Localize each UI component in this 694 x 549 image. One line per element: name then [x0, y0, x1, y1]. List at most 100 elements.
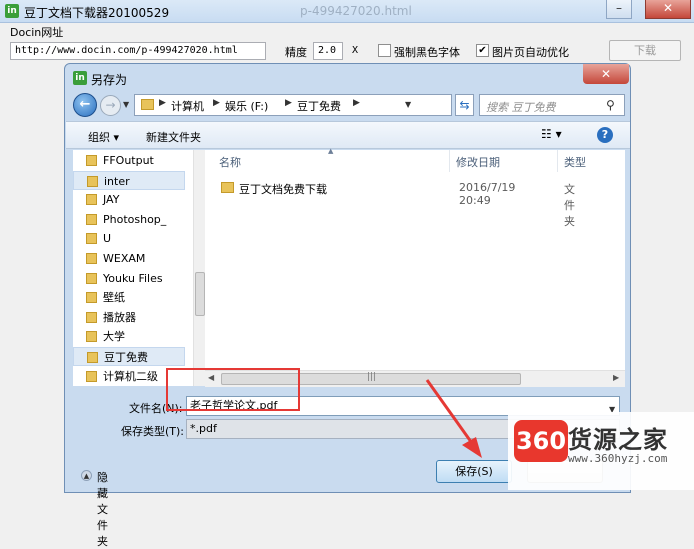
nav-item[interactable]: Youku Files: [73, 269, 185, 288]
folder-icon: [86, 194, 97, 206]
watermark-logo: 360: [514, 420, 568, 462]
nav-item-label: 计算机二级: [103, 369, 158, 383]
annotation-highlight-box: [166, 368, 300, 411]
watermark-url: www.360hyzj.com: [568, 452, 668, 465]
nav-item[interactable]: 豆丁免费: [73, 347, 185, 366]
column-header-name[interactable]: 名称: [219, 154, 241, 170]
folder-icon: [86, 331, 97, 343]
sort-ascending-icon: ▲: [328, 147, 334, 155]
nav-item-label: JAY: [103, 193, 120, 207]
view-options-icon[interactable]: ☷ ▾: [541, 127, 577, 141]
url-input[interactable]: http://www.docin.com/p-499427020.html: [10, 42, 266, 60]
save-type-label: 保存类型(T):: [121, 425, 185, 438]
help-icon[interactable]: ?: [597, 127, 613, 143]
breadcrumb-separator-icon[interactable]: ▶: [285, 98, 292, 108]
address-dropdown-icon[interactable]: ▼: [405, 100, 411, 109]
nav-item[interactable]: JAY: [73, 190, 185, 209]
search-icon[interactable]: ⚲: [606, 98, 615, 112]
folder-icon: [86, 233, 97, 245]
nav-item[interactable]: 播放器: [73, 308, 185, 327]
history-dropdown-icon[interactable]: ▼: [123, 100, 129, 109]
auto-optimize-checkbox[interactable]: ✔: [476, 44, 489, 57]
column-header-type[interactable]: 类型: [564, 154, 586, 170]
folder-icon: [87, 175, 98, 187]
watermark-name: 货源之家: [568, 426, 668, 454]
file-list-pane: 名称 ▲ 修改日期 类型 豆丁文档免费下载 2016/7/19 20:49 文件…: [205, 147, 625, 386]
nav-item-label: U: [103, 232, 112, 246]
watermark: 360 货源之家 www.360hyzj.com: [508, 412, 694, 490]
app-title-bar: in 豆丁文档下载器20100529 p-499427020.html – ✕: [0, 0, 694, 23]
nav-item-label: FFOutput: [103, 154, 154, 167]
nav-item-label: 播放器: [103, 310, 136, 324]
refresh-icon[interactable]: ⇆: [455, 94, 474, 116]
address-bar[interactable]: ▶ 计算机 ▶ 娱乐 (F:) ▶ 豆丁免费 ▶ ▼: [134, 94, 452, 116]
nav-item-label: WEXAM: [103, 252, 146, 265]
force-black-checkbox[interactable]: [378, 44, 391, 57]
precision-input[interactable]: 2.0: [313, 42, 343, 60]
folder-icon: [86, 253, 97, 264]
breadcrumb-folder[interactable]: 豆丁免费: [297, 98, 341, 114]
file-list-row[interactable]: 豆丁文档免费下载 2016/7/19 20:49 文件夹: [209, 178, 575, 228]
folder-icon: [86, 272, 97, 284]
nav-item[interactable]: inter: [73, 170, 185, 190]
breadcrumb-separator-icon[interactable]: ▶: [213, 98, 220, 108]
nav-item[interactable]: WEXAM: [73, 249, 185, 268]
nav-item-label: inter: [104, 174, 130, 188]
folder-icon: [221, 182, 234, 193]
nav-item[interactable]: FFOutput: [73, 151, 185, 170]
hide-folders-label: 隐藏文件夹: [97, 471, 108, 548]
auto-optimize-label: 图片页自动优化: [492, 46, 569, 59]
nav-item-label: 豆丁免费: [104, 351, 148, 364]
folder-icon: [141, 99, 154, 110]
search-placeholder: 搜索 豆丁免费: [486, 101, 556, 114]
back-arrow-icon[interactable]: ←: [73, 93, 97, 117]
breadcrumb-separator-icon[interactable]: ▶: [159, 98, 166, 108]
folder-icon: [86, 370, 97, 382]
nav-item-label: 大学: [103, 330, 125, 344]
dialog-app-icon: in: [73, 71, 87, 85]
background-window-text: p-499427020.html: [300, 4, 412, 18]
precision-label: 精度: [285, 46, 307, 59]
forward-arrow-icon[interactable]: →: [100, 95, 121, 116]
precision-unit: X: [352, 45, 359, 56]
folder-icon: [86, 292, 97, 304]
nav-scrollbar[interactable]: [193, 150, 205, 386]
breadcrumb-separator-icon[interactable]: ▶: [353, 98, 360, 108]
dialog-title: 另存为: [91, 73, 128, 87]
minimize-button[interactable]: –: [606, 0, 632, 19]
folder-icon: [87, 352, 98, 363]
column-divider[interactable]: [449, 150, 450, 172]
folder-icon: [86, 311, 97, 323]
new-folder-button[interactable]: 新建文件夹: [146, 129, 201, 145]
force-black-label: 强制黑色字体: [394, 46, 460, 59]
scrollbar-grip-icon: |||: [367, 372, 377, 382]
nav-item[interactable]: 壁纸: [73, 288, 185, 307]
dialog-close-button[interactable]: ✕: [583, 64, 629, 84]
navigation-pane: FFOutput inter JAY Photoshop_ U WEXAM Youku Fi…: [73, 150, 205, 386]
app-icon: in: [5, 4, 19, 18]
file-date: 2016/7/19 20:49: [459, 181, 516, 207]
file-name: 豆丁文档免费下载: [239, 183, 327, 196]
nav-item-label: 壁纸: [103, 291, 125, 305]
nav-item[interactable]: U: [73, 229, 185, 248]
save-button[interactable]: 保存(S): [436, 460, 512, 483]
nav-item[interactable]: Photoshop_: [73, 210, 185, 229]
breadcrumb-computer[interactable]: 计算机: [171, 98, 204, 114]
docin-url-label: Docin网址: [10, 26, 64, 39]
download-button[interactable]: 下载: [609, 40, 681, 61]
app-title: 豆丁文档下载器20100529: [24, 6, 170, 20]
organize-button[interactable]: 组织 ▾: [88, 129, 119, 145]
close-button[interactable]: ✕: [645, 0, 691, 19]
column-divider[interactable]: [557, 150, 558, 172]
search-input[interactable]: 搜索 豆丁免费 ⚲: [479, 94, 625, 116]
scroll-right-icon[interactable]: ▶: [613, 373, 619, 382]
nav-item-label: Youku Files: [103, 271, 163, 285]
nav-scrollbar-thumb[interactable]: [195, 272, 205, 316]
nav-item[interactable]: 大学: [73, 327, 185, 346]
breadcrumb-drive[interactable]: 娱乐 (F:): [225, 98, 268, 114]
column-header-date[interactable]: 修改日期: [456, 154, 500, 170]
folder-icon: [86, 155, 97, 166]
nav-item-label: Photoshop_: [103, 212, 167, 226]
file-type: 文件夹: [564, 183, 575, 228]
dialog-toolbar: 组织 ▾ 新建文件夹 ☷ ▾ ?: [66, 121, 630, 149]
